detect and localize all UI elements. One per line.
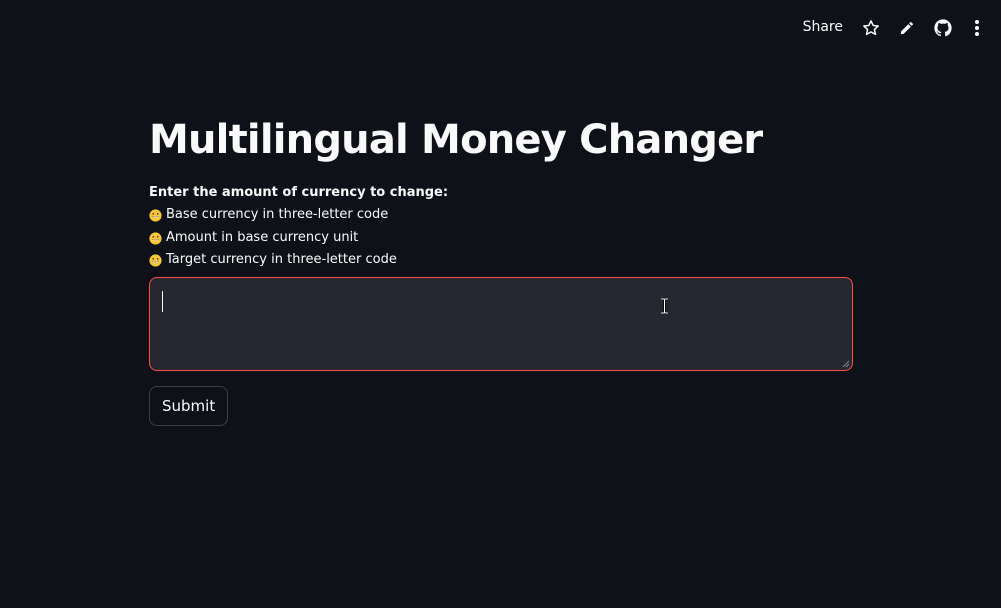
bullet-text: Base currency in three-letter code (166, 207, 389, 223)
page-title: Multilingual Money Changer (149, 117, 763, 163)
submit-button[interactable]: Submit (149, 386, 229, 426)
currency-input-container (149, 277, 853, 371)
resize-handle-icon[interactable] (842, 360, 850, 368)
github-icon[interactable] (933, 18, 953, 38)
bullet-text: Target currency in three-letter code (166, 252, 397, 268)
list-item: Amount in base currency unit (149, 227, 853, 249)
text-cursor-icon (661, 298, 668, 314)
star-icon[interactable] (861, 18, 881, 38)
instructions-lead: Enter the amount of currency to change: (149, 185, 449, 200)
main-content: Multilingual Money Changer Enter the amo… (149, 112, 853, 426)
grinning-face-icon (149, 231, 162, 245)
text-caret (162, 291, 163, 312)
more-vertical-icon[interactable] (967, 18, 987, 38)
list-item: Base currency in three-letter code (149, 204, 853, 226)
list-item: Target currency in three-letter code (149, 249, 853, 271)
bullet-text: Amount in base currency unit (166, 229, 359, 245)
pencil-icon[interactable] (897, 18, 917, 38)
instructions: Enter the amount of currency to change: … (149, 182, 853, 272)
grinning-face-icon (149, 254, 162, 267)
grinning-face-icon (149, 209, 162, 222)
currency-input[interactable] (150, 278, 852, 370)
share-button[interactable]: Share (803, 19, 843, 35)
